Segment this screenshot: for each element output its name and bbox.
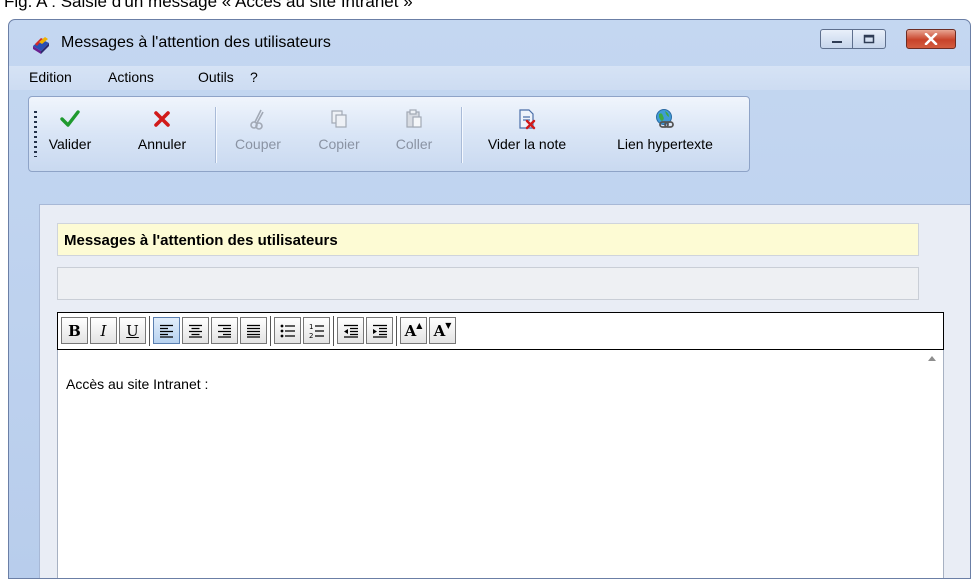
justify-icon	[247, 324, 260, 338]
menu-bar: Edition Actions Outils ?	[9, 66, 970, 90]
figure-caption: Fig. A : Saisie d'un message « Accès au …	[4, 0, 413, 11]
paste-label: Coller	[395, 136, 433, 152]
font-size-increase-button[interactable]: A ▲	[400, 317, 427, 344]
format-separator	[396, 316, 397, 346]
cancel-button[interactable]: Annuler	[126, 105, 198, 165]
clear-note-label: Vider la note	[487, 136, 567, 152]
vertical-scrollbar[interactable]	[925, 350, 943, 578]
maximize-icon	[863, 34, 875, 44]
message-editor[interactable]: Accès au site Intranet :	[57, 350, 944, 578]
message-form: Messages à l'attention des utilisateurs …	[39, 204, 970, 578]
hyperlink-button[interactable]: Lien hypertexte	[595, 105, 735, 165]
validate-label: Valider	[48, 136, 92, 152]
bold-button[interactable]: B	[61, 317, 88, 344]
toolbar-separator	[215, 107, 217, 163]
menu-edition[interactable]: Edition	[29, 69, 72, 85]
caret-up-icon: ▲	[416, 320, 423, 330]
caret-down-icon: ▼	[445, 320, 452, 330]
format-separator	[333, 316, 334, 346]
clipboard-icon	[406, 109, 422, 128]
underline-button[interactable]: U	[119, 317, 146, 344]
numbered-list-icon: 12	[309, 323, 324, 339]
italic-button[interactable]: I	[90, 317, 117, 344]
cut-button[interactable]: Couper	[226, 105, 290, 165]
toolbar-separator	[461, 107, 463, 163]
maximize-button[interactable]	[853, 29, 886, 49]
font-up-label: A	[404, 321, 417, 340]
menu-actions[interactable]: Actions	[108, 69, 154, 85]
font-size-decrease-button[interactable]: A ▼	[429, 317, 456, 344]
app-window: Messages à l'attention des utilisateurs …	[8, 19, 971, 579]
align-left-icon	[160, 324, 173, 338]
editor-text[interactable]: Accès au site Intranet :	[66, 376, 208, 392]
scissors-icon	[250, 109, 264, 130]
align-center-button[interactable]	[182, 317, 209, 344]
numbered-list-button[interactable]: 12	[303, 317, 330, 344]
outdent-icon	[343, 324, 358, 338]
cut-label: Couper	[235, 136, 281, 152]
cancel-label: Annuler	[137, 136, 187, 152]
bullet-list-icon	[280, 324, 295, 337]
copy-label: Copier	[318, 136, 360, 152]
checkmark-icon	[60, 110, 80, 127]
align-right-icon	[218, 324, 231, 338]
minimize-button[interactable]	[820, 29, 853, 49]
clear-document-icon	[519, 109, 536, 130]
increase-indent-button[interactable]	[366, 317, 393, 344]
svg-text:2: 2	[309, 332, 313, 339]
menu-outils[interactable]: Outils	[198, 69, 234, 85]
subject-field[interactable]: Messages à l'attention des utilisateurs	[57, 223, 919, 256]
minimize-icon	[831, 41, 842, 43]
cross-icon	[154, 111, 170, 127]
main-toolbar: Valider Annuler Couper Copier Coller Vid…	[28, 96, 750, 172]
close-button[interactable]	[906, 29, 956, 49]
justify-button[interactable]	[240, 317, 267, 344]
format-toolbar: B I U 12 A ▲ A ▼	[57, 312, 944, 350]
indent-icon	[372, 324, 387, 338]
hyperlink-label: Lien hypertexte	[617, 136, 713, 152]
toolbar-grip-handle[interactable]	[34, 111, 37, 157]
align-center-icon	[189, 324, 202, 338]
svg-text:1: 1	[309, 323, 313, 331]
font-down-label: A	[433, 321, 446, 340]
copy-button[interactable]: Copier	[308, 105, 370, 165]
paste-button[interactable]: Coller	[386, 105, 442, 165]
format-separator	[149, 316, 150, 346]
secondary-field[interactable]	[57, 267, 919, 300]
scroll-up-arrow-icon[interactable]	[928, 356, 936, 361]
format-separator	[270, 316, 271, 346]
clear-note-button[interactable]: Vider la note	[474, 105, 580, 165]
copy-icon	[331, 110, 347, 128]
menu-help[interactable]: ?	[250, 69, 258, 85]
bullet-list-button[interactable]	[274, 317, 301, 344]
decrease-indent-button[interactable]	[337, 317, 364, 344]
window-title: Messages à l'attention des utilisateurs	[61, 34, 331, 51]
align-right-button[interactable]	[211, 317, 238, 344]
title-bar: Messages à l'attention des utilisateurs	[9, 20, 970, 66]
close-icon	[924, 33, 938, 45]
globe-link-icon	[656, 109, 674, 128]
align-left-button[interactable]	[153, 317, 180, 344]
app-books-icon	[33, 37, 49, 54]
validate-button[interactable]: Valider	[42, 105, 98, 165]
